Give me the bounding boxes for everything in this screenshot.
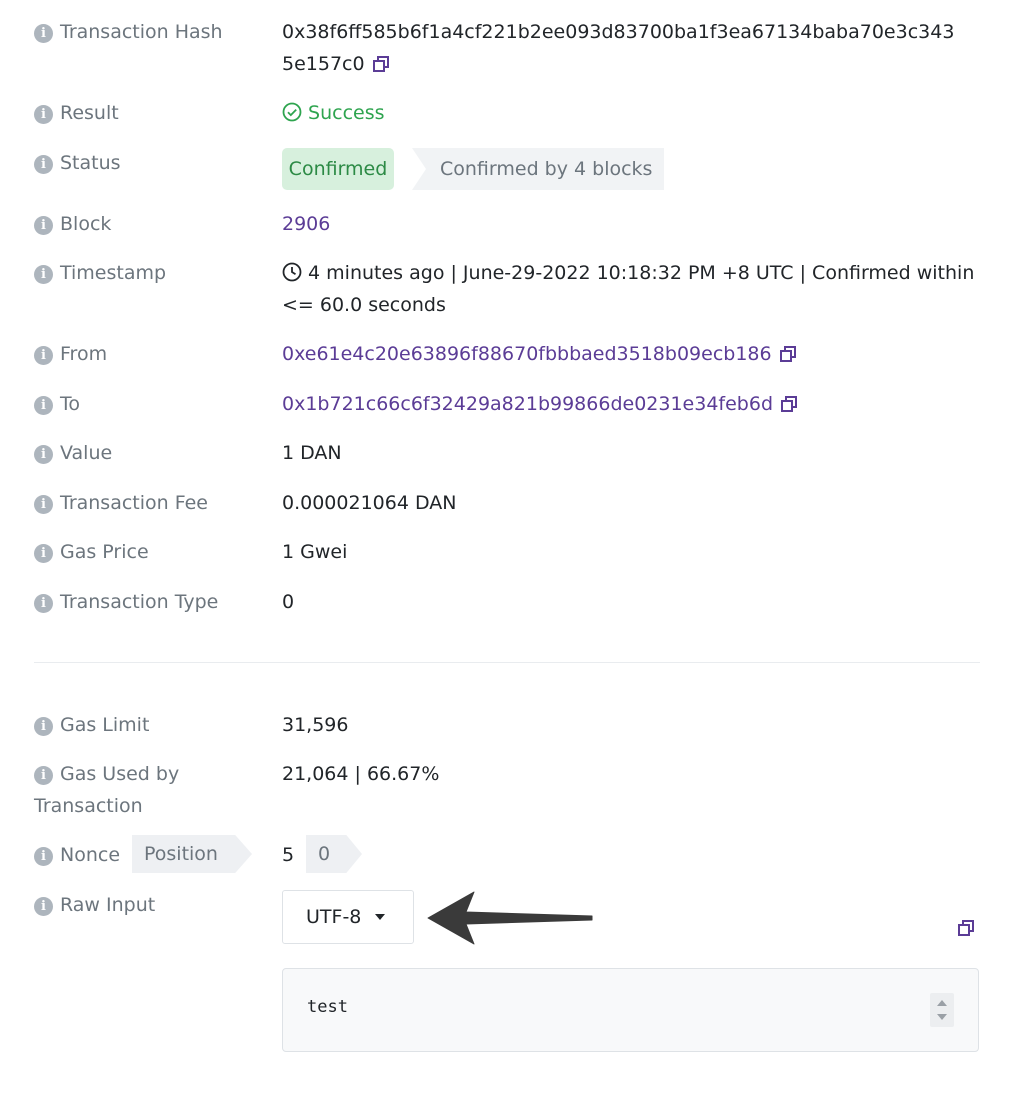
encoding-select[interactable]: UTF-8: [282, 890, 414, 944]
position-label-badge: Position: [132, 835, 252, 873]
transaction-type-value: 0: [282, 591, 295, 613]
info-icon[interactable]: i: [34, 216, 53, 235]
label-nonce: i Nonce: [34, 839, 120, 871]
gas-used-value: 21,064 | 66.67%: [282, 763, 440, 785]
copy-icon[interactable]: [781, 390, 798, 422]
section-divider: [34, 662, 980, 663]
confirmations-badge: Confirmed by 4 blocks: [412, 148, 664, 190]
label-gas-limit: i Gas Limit: [34, 709, 149, 741]
gas-limit-value: 31,596: [282, 714, 349, 736]
from-value: 0xe61e4c20e63896f88670fbbbaed3518b09ecb1…: [282, 338, 796, 372]
label-from: i From: [34, 338, 107, 370]
info-icon[interactable]: i: [34, 847, 53, 866]
label-result: i Result: [34, 97, 119, 129]
result-value: Success: [282, 97, 385, 129]
transaction-fee-value: 0.000021064 DAN: [282, 492, 457, 514]
info-icon[interactable]: i: [34, 544, 53, 563]
gas-price-value: 1 Gwei: [282, 541, 348, 563]
label-transaction-fee: i Transaction Fee: [34, 487, 208, 519]
info-icon[interactable]: i: [34, 24, 53, 43]
info-icon[interactable]: i: [34, 897, 53, 916]
label-transaction-type: i Transaction Type: [34, 586, 218, 618]
info-icon[interactable]: i: [34, 495, 53, 514]
label-gas-price: i Gas Price: [34, 536, 149, 568]
label-status: i Status: [34, 147, 121, 179]
info-icon[interactable]: i: [34, 594, 53, 613]
check-circle-icon: [282, 102, 302, 124]
scroll-spinner[interactable]: [930, 993, 954, 1027]
info-icon[interactable]: i: [34, 346, 53, 365]
label-gas-used: i Gas Used by Transaction: [34, 763, 180, 817]
to-address-link[interactable]: 0x1b721c66c6f32429a821b99866de0231e34feb…: [282, 393, 773, 415]
info-icon[interactable]: i: [34, 717, 53, 736]
info-icon[interactable]: i: [34, 155, 53, 174]
caret-down-icon: [375, 914, 386, 920]
to-value: 0x1b721c66c6f32429a821b99866de0231e34feb…: [282, 388, 798, 422]
label-to: i To: [34, 388, 80, 420]
raw-input-textarea[interactable]: test: [282, 968, 979, 1052]
block-link[interactable]: 2906: [282, 208, 330, 240]
info-icon[interactable]: i: [34, 105, 53, 124]
label-value: i Value: [34, 437, 112, 469]
label-transaction-hash: i Transaction Hash: [34, 16, 223, 48]
info-icon[interactable]: i: [34, 265, 53, 284]
position-value-badge: 0: [306, 835, 362, 873]
info-icon[interactable]: i: [34, 445, 53, 464]
info-icon[interactable]: i: [34, 396, 53, 415]
copy-icon[interactable]: [779, 340, 796, 372]
info-icon[interactable]: i: [34, 766, 53, 785]
label-timestamp: i Timestamp: [34, 257, 166, 289]
value-amount: 1 DAN: [282, 442, 342, 464]
copy-icon[interactable]: [958, 919, 974, 941]
copy-icon[interactable]: [372, 50, 389, 82]
timestamp-value: 4 minutes ago | June-29-2022 10:18:32 PM…: [282, 262, 975, 316]
clock-icon: [282, 262, 302, 284]
raw-input-text: test: [307, 997, 348, 1017]
from-address-link[interactable]: 0xe61e4c20e63896f88670fbbbaed3518b09ecb1…: [282, 343, 772, 365]
label-block: i Block: [34, 208, 111, 240]
arrow-left-annotation: [427, 891, 593, 945]
label-raw-input: i Raw Input: [34, 889, 155, 921]
status-badge: Confirmed: [282, 148, 394, 190]
transaction-hash-value: 0x38f6ff585b6f1a4cf221b2ee093d83700ba1f3…: [282, 16, 954, 82]
nonce-value: 5: [282, 844, 295, 866]
